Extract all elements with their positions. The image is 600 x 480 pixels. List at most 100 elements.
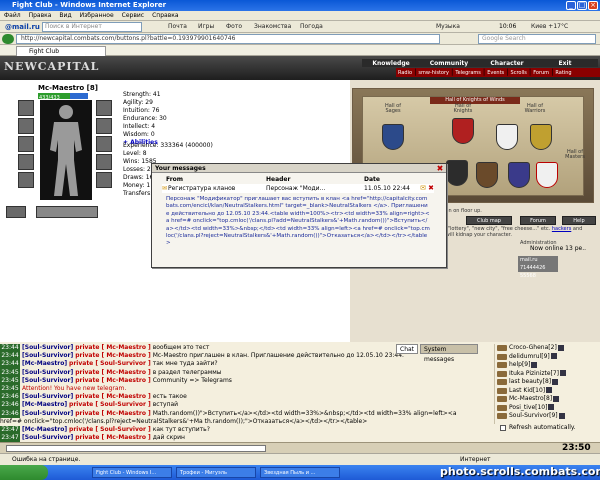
tab-fight-club[interactable]: Fight Club xyxy=(16,46,106,56)
nav-community[interactable]: Community xyxy=(420,60,478,68)
chat-username[interactable]: [Soul-Survivor] xyxy=(22,393,73,400)
toolbar-mail-button[interactable]: Почта xyxy=(168,23,187,31)
google-search-input[interactable]: Google Search xyxy=(478,34,596,44)
task-trophies[interactable]: Трофеи - Мигуэль xyxy=(176,467,256,478)
toolbar-games-button[interactable]: Игры xyxy=(198,23,214,31)
toolbar-search-input[interactable]: Поиск в Интернет xyxy=(42,22,142,32)
chat-private-target[interactable]: private [ Soul-Survivor ] xyxy=(69,426,151,433)
user-info-icon[interactable] xyxy=(557,344,564,351)
address-input[interactable]: http://newcapital.combats.com/buttons.pl… xyxy=(16,34,440,44)
legs-slot-icon[interactable] xyxy=(96,154,112,170)
user-info-icon[interactable] xyxy=(553,395,560,402)
user-info-icon[interactable] xyxy=(558,412,565,419)
bag-slots-icon[interactable] xyxy=(36,206,98,218)
close-button[interactable]: × xyxy=(588,1,598,10)
online-user-name[interactable]: Mc-Maestro[8] xyxy=(509,395,552,402)
message-delete-icon[interactable]: ✖ xyxy=(426,184,436,193)
refresh-toggle[interactable]: Refresh automatically. xyxy=(500,424,576,432)
earring-slot-icon[interactable] xyxy=(96,100,112,116)
crest-blue-icon[interactable] xyxy=(382,124,404,150)
chat-username[interactable]: [Soul-Survivor] xyxy=(22,369,73,376)
messages-close-icon[interactable]: ✖ xyxy=(435,164,445,173)
subnav-telegrams[interactable]: Telegrams xyxy=(453,69,483,78)
weapon-slot-icon[interactable] xyxy=(18,136,34,152)
chat-username[interactable]: [Soul-Survivor] xyxy=(22,352,73,359)
crest-brown-icon[interactable] xyxy=(476,162,498,188)
chat-private-target[interactable]: private [ Mc-Maestro ] xyxy=(75,352,151,359)
belt-slot-icon[interactable] xyxy=(18,172,34,188)
subnav-rating[interactable]: Rating xyxy=(553,69,573,78)
menu-help[interactable]: Справка xyxy=(148,11,182,21)
back-icon[interactable] xyxy=(2,34,14,44)
toolbar-photo-button[interactable]: Фото xyxy=(226,23,242,31)
club-map-button[interactable]: Club map xyxy=(466,216,512,225)
online-user-name[interactable]: Soul-Survivor[9] xyxy=(509,412,558,419)
subnav-events[interactable]: Events xyxy=(485,69,506,78)
refresh-checkbox[interactable] xyxy=(500,424,506,431)
online-user[interactable]: Mc-Maestro[8] xyxy=(495,395,600,404)
menu-file[interactable]: Файл xyxy=(0,11,25,21)
chat-username[interactable]: [Mc-Maestro] xyxy=(22,426,67,433)
mailru-logo[interactable]: @mail.ru xyxy=(2,22,43,32)
online-user-name[interactable]: help[9] xyxy=(509,361,530,368)
online-user[interactable]: Posi_tive[10] xyxy=(495,404,600,413)
chat-private-target[interactable]: private [ Soul-Survivor ] xyxy=(69,360,151,367)
gloves-slot-icon[interactable] xyxy=(96,118,112,134)
help-button[interactable]: Help xyxy=(562,216,596,225)
chat-username[interactable]: [Mc-Maestro] xyxy=(22,401,67,408)
online-user[interactable]: help[9] xyxy=(495,361,600,370)
online-user-name[interactable]: Croco-Ghena[2] xyxy=(509,344,557,351)
chat-private-target[interactable]: private [ Soul-Survivor ] xyxy=(69,401,151,408)
online-user[interactable]: last beauty[8] xyxy=(495,378,600,387)
online-user-name[interactable]: last beauty[8] xyxy=(509,378,551,385)
chat-private-target[interactable]: private [ Mc-Maestro ] xyxy=(75,393,151,400)
tab-system-messages[interactable]: System messages xyxy=(420,344,478,363)
ring-slot-icon[interactable] xyxy=(6,206,26,218)
chat-username[interactable]: [Mc-Maestro] xyxy=(22,360,67,367)
toolbar-weather-button[interactable]: Погода xyxy=(300,23,323,31)
online-user[interactable]: Last Kid[10] xyxy=(495,387,600,396)
subnav-smw-history[interactable]: smw-history xyxy=(416,69,451,78)
amulet-slot-icon[interactable] xyxy=(18,118,34,134)
crest-navy-icon[interactable] xyxy=(508,162,530,188)
online-user[interactable]: Soul-Survivor[9] xyxy=(495,412,600,421)
online-user[interactable]: delidumrul[9] xyxy=(495,353,600,362)
task-fight-club[interactable]: Fight Club - Windows I... xyxy=(92,467,172,478)
boots-slot-icon[interactable] xyxy=(96,172,112,188)
chat-private-target[interactable]: private [ Mc-Maestro ] xyxy=(75,377,151,384)
start-button[interactable] xyxy=(0,465,48,480)
crest-cross-icon[interactable] xyxy=(536,162,558,188)
nav-exit[interactable]: Exit xyxy=(536,60,594,68)
chat-username[interactable]: [Soul-Survivor] xyxy=(22,344,73,351)
nav-character[interactable]: Character xyxy=(478,60,536,68)
subnav-scrolls[interactable]: Scrolls xyxy=(509,69,529,78)
crest-dark-icon[interactable] xyxy=(446,160,468,186)
chat-private-target[interactable]: private [ Mc-Maestro ] xyxy=(75,369,151,376)
hackers-link[interactable]: hackers xyxy=(552,226,571,232)
user-info-icon[interactable] xyxy=(550,353,557,359)
chat-username[interactable]: [Soul-Survivor] xyxy=(22,377,73,384)
toolbar-music-button[interactable]: Музыка xyxy=(436,23,460,31)
crest-white-icon[interactable] xyxy=(496,124,518,150)
chat-private-target[interactable]: private [ Mc-Maestro ] xyxy=(75,434,151,441)
toolbar-dating-button[interactable]: Знакомства xyxy=(254,23,291,31)
online-user-name[interactable]: Last Kid[10] xyxy=(509,387,545,394)
task-stardust[interactable]: Звездная Пыль и ... xyxy=(260,467,340,478)
crest-red-icon[interactable] xyxy=(452,118,474,144)
chat-private-target[interactable]: private [ Mc-Maestro ] xyxy=(75,344,151,351)
mailru-counter-badge[interactable]: mail.ru 71444426 55568 xyxy=(518,256,558,279)
subnav-forum[interactable]: Forum xyxy=(531,69,551,78)
online-user-name[interactable]: Ituka Pizinizte[7] xyxy=(509,370,559,377)
nav-knowledge[interactable]: Knowledge xyxy=(362,60,420,68)
chat-username[interactable]: [Soul-Survivor] xyxy=(22,434,73,441)
minimize-button[interactable]: _ xyxy=(566,1,576,10)
subnav-radio[interactable]: Radio xyxy=(396,69,414,78)
user-info-icon[interactable] xyxy=(531,361,538,368)
online-user-name[interactable]: Posi_tive[10] xyxy=(509,404,547,411)
crest-gold-icon[interactable] xyxy=(530,124,552,150)
user-info-icon[interactable] xyxy=(548,404,555,410)
chat-private-target[interactable]: private [ Mc-Maestro ] xyxy=(75,410,151,417)
shield-slot-icon[interactable] xyxy=(96,136,112,152)
forum-button[interactable]: Forum xyxy=(520,216,556,225)
online-user-name[interactable]: delidumrul[9] xyxy=(509,353,550,360)
